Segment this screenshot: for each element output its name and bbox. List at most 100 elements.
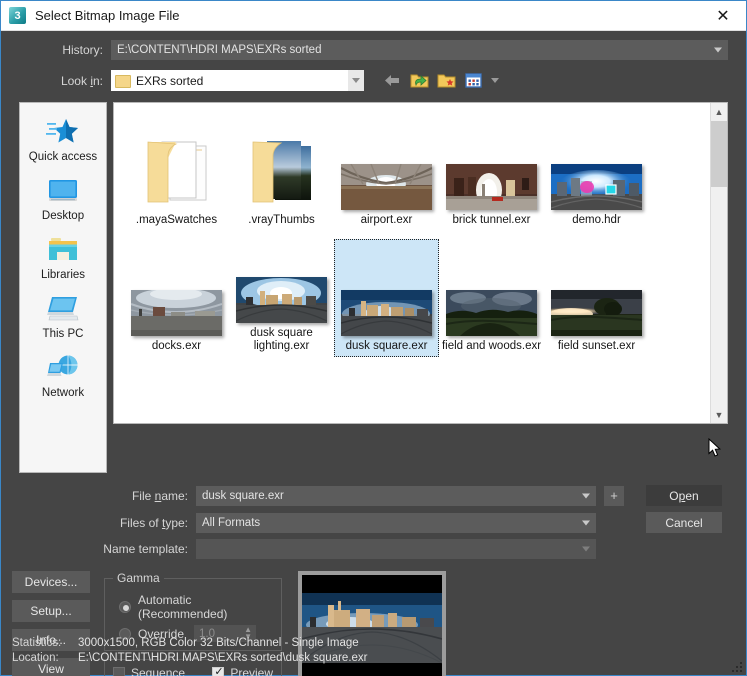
- file-item[interactable]: field sunset.exr: [544, 239, 649, 357]
- chevron-down-icon[interactable]: [348, 70, 364, 91]
- file-item-selected[interactable]: dusk square.exr: [334, 239, 439, 357]
- preview-label: Preview: [230, 666, 273, 676]
- thumbnail-image: [551, 164, 642, 210]
- radio-icon[interactable]: [119, 601, 131, 613]
- file-label: field and woods.exr: [441, 340, 542, 352]
- cancel-button[interactable]: Cancel: [646, 512, 722, 533]
- file-grid: .mayaSwatches .vrayThumbs airport.exr br…: [114, 103, 710, 423]
- scrollbar-thumb[interactable]: [711, 121, 727, 187]
- files-of-type-value: All Formats: [202, 516, 261, 529]
- file-label: .vrayThumbs: [248, 214, 315, 226]
- look-in-combobox[interactable]: EXRs sorted: [111, 70, 364, 91]
- place-label: Libraries: [40, 269, 86, 281]
- name-template-row: Name template:: [1, 539, 746, 559]
- file-item[interactable]: .vrayThumbs: [229, 113, 334, 231]
- add-button[interactable]: +: [604, 485, 624, 506]
- file-name-input[interactable]: dusk square.exr: [196, 485, 596, 506]
- statistics-row: Statistics: 3000x1500, RGB Color 32 Bits…: [12, 637, 746, 649]
- name-template-combobox[interactable]: [196, 539, 596, 559]
- checkbox-icon[interactable]: [212, 665, 225, 676]
- preview-checkbox-row[interactable]: Preview: [212, 665, 273, 676]
- chevron-down-icon[interactable]: [582, 546, 590, 552]
- name-template-label: Name template:: [103, 542, 188, 556]
- file-list-panel: .mayaSwatches .vrayThumbs airport.exr br…: [113, 102, 728, 424]
- file-label: dusk square lighting.exr: [250, 327, 313, 352]
- thumbnail-image: [446, 164, 537, 210]
- file-label: brick tunnel.exr: [452, 214, 531, 226]
- network-globe-icon: [22, 350, 104, 386]
- view-menu-button[interactable]: [463, 71, 483, 91]
- file-name-label: File name:: [131, 488, 188, 503]
- file-fields: File name: dusk square.exr + Op en Files …: [1, 473, 746, 559]
- place-network[interactable]: Network: [20, 346, 106, 405]
- location-label: Location:: [12, 652, 59, 664]
- file-label: demo.hdr: [572, 214, 621, 226]
- file-list-scrollbar[interactable]: ▲ ▼: [710, 103, 727, 423]
- file-item[interactable]: dusk square lighting.exr: [229, 239, 334, 357]
- place-desktop[interactable]: Desktop: [20, 169, 106, 228]
- file-item[interactable]: airport.exr: [334, 113, 439, 231]
- navigation-toolbar: [382, 71, 500, 91]
- window-title: Select Bitmap Image File: [35, 8, 180, 23]
- open-button[interactable]: Op en: [646, 485, 722, 506]
- history-value: E:\CONTENT\HDRI MAPS\EXRs sorted: [117, 44, 322, 56]
- cancel-button-wrap: Cancel: [646, 512, 722, 533]
- place-this-pc[interactable]: This PC: [20, 287, 106, 346]
- sequence-checkbox-row[interactable]: Sequence: [113, 666, 185, 676]
- checkbox-icon[interactable]: [113, 667, 125, 676]
- close-icon[interactable]: ✕: [700, 1, 746, 31]
- devices-button[interactable]: Devices...: [12, 571, 90, 593]
- scroll-down-icon[interactable]: ▼: [711, 406, 727, 423]
- history-row: History: E:\CONTENT\HDRI MAPS\EXRs sorte…: [1, 31, 746, 60]
- libraries-folder-icon: [22, 232, 104, 268]
- gamma-automatic-label: Automatic (Recommended): [138, 593, 228, 621]
- file-label: airport.exr: [360, 214, 413, 226]
- thumbnail-image: [236, 277, 327, 323]
- location-value: E:\CONTENT\HDRI MAPS\EXRs sorted\dusk sq…: [78, 652, 368, 664]
- folder-with-preview-icon: [241, 132, 323, 210]
- place-label: Quick access: [28, 151, 98, 163]
- file-item[interactable]: demo.hdr: [544, 113, 649, 231]
- files-of-type-label: Files of type:: [119, 515, 188, 530]
- title-bar: 3 Select Bitmap Image File ✕: [1, 1, 746, 31]
- file-item[interactable]: brick tunnel.exr: [439, 113, 544, 231]
- file-name-row: File name: dusk square.exr + Op en: [1, 485, 746, 506]
- files-of-type-combobox[interactable]: All Formats: [196, 512, 596, 533]
- file-item[interactable]: .mayaSwatches: [124, 113, 229, 231]
- chevron-down-icon[interactable]: [582, 493, 590, 498]
- gamma-legend: Gamma: [117, 571, 160, 585]
- look-in-row: Look in: EXRs sorted: [1, 60, 746, 91]
- place-quick-access[interactable]: Quick access: [20, 110, 106, 169]
- folder-icon: [136, 132, 218, 210]
- chevron-down-icon[interactable]: [582, 520, 590, 525]
- places-sidebar: Quick access Desktop Libraries This PC N…: [19, 102, 107, 473]
- thumbnail-image: [131, 290, 222, 336]
- scroll-up-icon[interactable]: ▲: [711, 103, 727, 120]
- status-bar: Statistics: 3000x1500, RGB Color 32 Bits…: [1, 637, 746, 667]
- thumbnail-image: [341, 290, 432, 336]
- place-libraries[interactable]: Libraries: [20, 228, 106, 287]
- location-row: Location: E:\CONTENT\HDRI MAPS\EXRs sort…: [12, 652, 746, 664]
- thumbnail-image: [551, 290, 642, 336]
- statistics-value: 3000x1500, RGB Color 32 Bits/Channel - S…: [78, 637, 359, 649]
- up-one-level-button[interactable]: [409, 71, 429, 91]
- place-label: This PC: [42, 328, 84, 340]
- view-menu-chevron-icon[interactable]: [490, 71, 500, 91]
- file-item[interactable]: field and woods.exr: [439, 239, 544, 357]
- file-label: field sunset.exr: [557, 340, 636, 352]
- file-name-value: dusk square.exr: [202, 489, 284, 502]
- open-button-wrap: Op en: [646, 485, 722, 506]
- file-item[interactable]: docks.exr: [124, 239, 229, 357]
- resize-grip[interactable]: [731, 661, 742, 672]
- create-new-folder-button[interactable]: [436, 71, 456, 91]
- setup-button[interactable]: Setup...: [12, 600, 90, 622]
- history-label: History:: [62, 43, 103, 57]
- thumbnail-image: [341, 164, 432, 210]
- back-button[interactable]: [382, 71, 402, 91]
- history-combobox[interactable]: E:\CONTENT\HDRI MAPS\EXRs sorted: [111, 40, 728, 60]
- gamma-automatic-radio-row[interactable]: Automatic (Recommended): [119, 593, 273, 621]
- file-label: dusk square.exr: [345, 340, 428, 352]
- thumbnail-image: [446, 290, 537, 336]
- files-of-type-row: Files of type: All Formats Cancel: [1, 512, 746, 533]
